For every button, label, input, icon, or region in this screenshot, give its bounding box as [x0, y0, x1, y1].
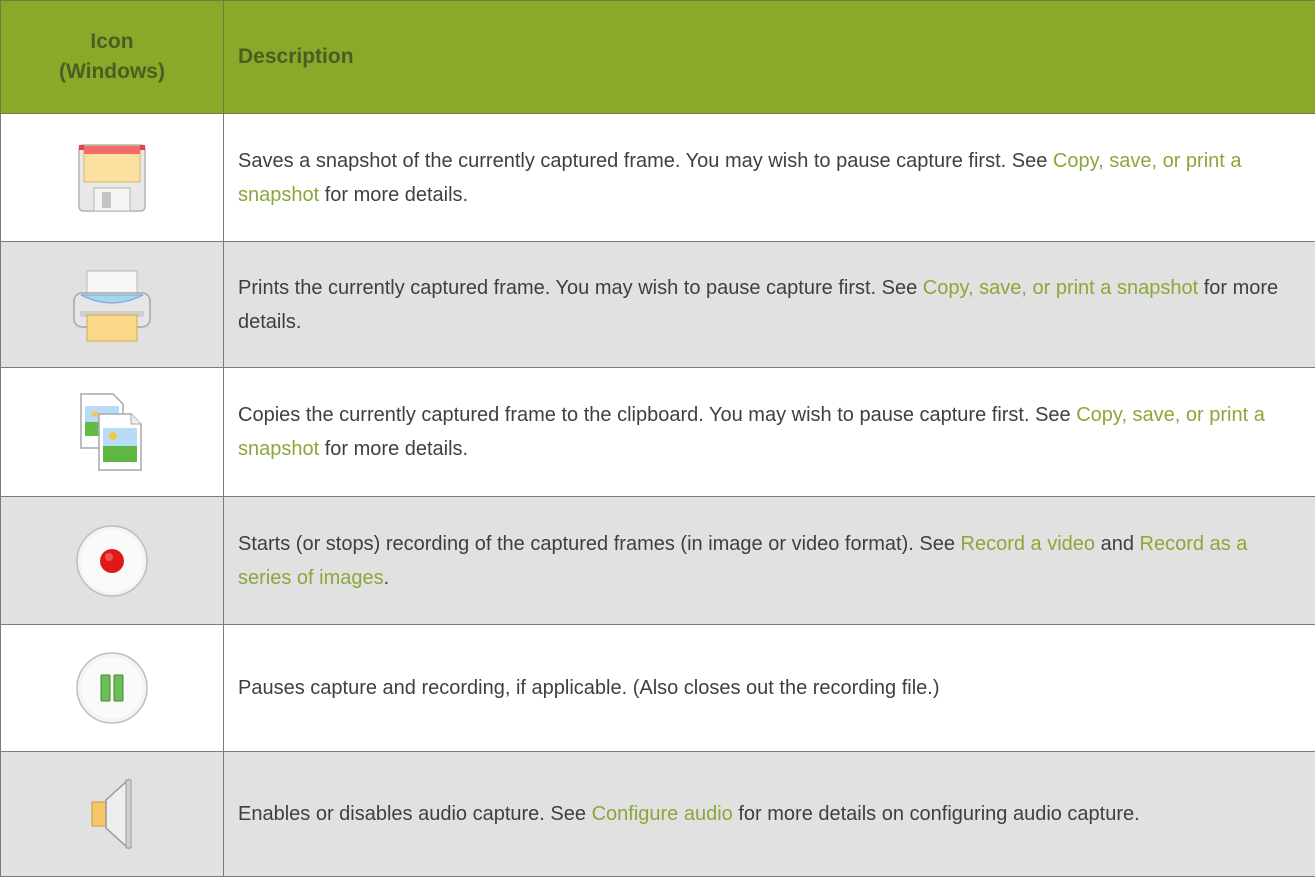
header-icon-sublabel: (Windows)	[59, 60, 165, 83]
description-cell: Prints the currently captured frame. You…	[223, 241, 1315, 368]
link-copy-save-print-snapshot[interactable]: Copy, save, or print a snapshot	[923, 277, 1198, 299]
record-icon	[76, 524, 148, 597]
description-cell: Enables or disables audio capture. See C…	[223, 751, 1315, 877]
icon-cell	[0, 367, 224, 497]
description-cell: Copies the currently captured frame to t…	[223, 367, 1315, 497]
description-cell: Pauses capture and recording, if applica…	[223, 624, 1315, 752]
link-configure-audio[interactable]: Configure audio	[592, 803, 733, 825]
description-text-mid: and	[1095, 532, 1140, 555]
pause-icon	[76, 652, 148, 724]
description-text: Starts (or stops) recording of the captu…	[238, 532, 961, 555]
icon-description-table: Icon (Windows) Description Saves a snaps…	[0, 0, 1315, 877]
description-text-end: .	[383, 566, 390, 589]
table-row: Prints the currently captured frame. You…	[0, 241, 1315, 368]
description-text-end: for more details on configuring audio ca…	[732, 803, 1140, 825]
description-text: Pauses capture and recording, if applica…	[238, 677, 940, 699]
table-row: Pauses capture and recording, if applica…	[0, 624, 1315, 752]
description-text: Copies the currently captured frame to t…	[238, 404, 1077, 426]
copy-icon	[80, 393, 142, 471]
description-cell: Saves a snapshot of the currently captur…	[223, 113, 1315, 242]
description-text: Enables or disables audio capture. See	[238, 803, 592, 825]
table-row: Enables or disables audio capture. See C…	[0, 751, 1315, 877]
description-cell: Starts (or stops) recording of the captu…	[223, 496, 1315, 625]
speaker-icon	[91, 778, 132, 850]
table-header-row: Icon (Windows) Description	[0, 0, 1315, 114]
description-text: Prints the currently captured frame. You…	[238, 276, 923, 299]
table-row: Starts (or stops) recording of the captu…	[0, 496, 1315, 625]
icon-cell	[0, 241, 224, 368]
icon-cell	[0, 624, 224, 752]
description-text: Saves a snapshot of the currently captur…	[238, 149, 1053, 172]
icon-cell	[0, 113, 224, 242]
printer-icon	[73, 270, 151, 341]
description-text-end: for more details.	[319, 183, 469, 206]
save-icon	[78, 143, 146, 212]
icon-cell	[0, 751, 224, 877]
link-record-a-video[interactable]: Record a video	[961, 533, 1096, 555]
header-icon-column: Icon (Windows)	[0, 0, 224, 114]
table-row: Copies the currently captured frame to t…	[0, 367, 1315, 497]
icon-cell	[0, 496, 224, 625]
description-text-end: for more details.	[319, 438, 469, 460]
table-row: Saves a snapshot of the currently captur…	[0, 113, 1315, 242]
header-icon-label: Icon	[90, 30, 134, 53]
header-description-column: Description	[223, 0, 1315, 114]
